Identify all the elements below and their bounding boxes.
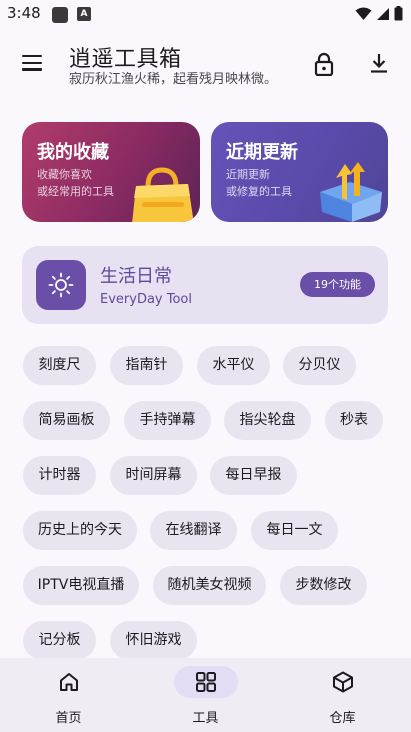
- app-subtitle: 寂历秋江渔火稀，起看残月映林微。: [69, 72, 278, 87]
- home-icon: [59, 673, 78, 691]
- tool-chip[interactable]: 随机美女视频: [153, 566, 266, 605]
- shopping-bag-icon: [132, 167, 194, 222]
- tool-chip[interactable]: 指南针: [110, 346, 183, 385]
- status-indicators: [355, 6, 403, 21]
- tool-chip[interactable]: 在线翻译: [150, 511, 237, 550]
- sun-icon-box: [36, 260, 86, 310]
- nav-label-repository: 仓库: [329, 711, 356, 726]
- tool-chip[interactable]: 历史上的今天: [23, 511, 137, 550]
- favorites-card[interactable]: 我的收藏 收藏你喜欢 或经常用的工具: [22, 122, 200, 222]
- tool-chip[interactable]: 手持弹幕: [124, 401, 211, 440]
- tool-chip[interactable]: 秒表: [325, 401, 383, 440]
- download-icon[interactable]: [368, 52, 390, 74]
- tool-chip[interactable]: 怀旧游戏: [110, 621, 197, 658]
- wifi-icon: [355, 7, 372, 20]
- update-box-icon: [320, 162, 382, 222]
- tool-chip[interactable]: 每日早报: [210, 456, 297, 495]
- tool-chip[interactable]: IPTV电视直播: [23, 566, 139, 605]
- box-icon: [332, 671, 353, 693]
- bottom-navigation: 首页 工具 仓库: [0, 658, 411, 732]
- app-bar: 逍遥工具箱 寂历秋江渔火稀，起看残月映林微。: [0, 30, 411, 100]
- updates-title: 近期更新: [226, 142, 298, 163]
- nav-label-tools: 工具: [192, 711, 219, 726]
- updates-card[interactable]: 近期更新 近期更新 或修复的工具: [211, 122, 388, 222]
- feature-count-badge: 19个功能: [300, 272, 375, 297]
- lock-icon[interactable]: [313, 52, 335, 76]
- battery-icon: [394, 6, 403, 21]
- menu-icon[interactable]: [22, 55, 42, 73]
- tool-chip[interactable]: 每日一文: [251, 511, 338, 550]
- tool-chip[interactable]: 简易画板: [23, 401, 110, 440]
- grid-icon: [195, 672, 216, 692]
- favorites-desc: 收藏你喜欢 或经常用的工具: [37, 168, 114, 198]
- font-app-icon: A: [77, 7, 91, 21]
- tool-chip[interactable]: 时间屏幕: [110, 456, 197, 495]
- nav-label-home: 首页: [55, 711, 82, 726]
- status-time: 3:48: [7, 4, 41, 22]
- updates-desc: 近期更新 或修复的工具: [226, 168, 292, 198]
- sun-icon: [48, 272, 74, 298]
- tool-chip[interactable]: 水平仪: [197, 346, 270, 385]
- status-bar: 3:48 A: [0, 0, 411, 30]
- tool-chip[interactable]: 刻度尺: [23, 346, 96, 385]
- nav-item-home[interactable]: 首页: [0, 658, 137, 732]
- notification-app-icon: [52, 7, 68, 23]
- daily-subtitle: EveryDay Tool: [100, 292, 192, 307]
- nav-item-repository[interactable]: 仓库: [274, 658, 411, 732]
- tool-chip[interactable]: 计时器: [23, 456, 96, 495]
- daily-title: 生活日常: [100, 266, 172, 287]
- tool-chip[interactable]: 记分板: [23, 621, 96, 658]
- signal-icon: [377, 7, 389, 20]
- tool-chip[interactable]: 分贝仪: [283, 346, 356, 385]
- main-content: 我的收藏 收藏你喜欢 或经常用的工具 近期更新 近期更新 或修复的工具 生活日常…: [0, 100, 411, 658]
- favorites-title: 我的收藏: [37, 142, 109, 163]
- nav-item-tools[interactable]: 工具: [137, 658, 274, 732]
- tool-chip[interactable]: 指尖轮盘: [224, 401, 311, 440]
- daily-life-category[interactable]: 生活日常 EveryDay Tool 19个功能: [22, 246, 388, 324]
- tool-chip[interactable]: 步数修改: [280, 566, 367, 605]
